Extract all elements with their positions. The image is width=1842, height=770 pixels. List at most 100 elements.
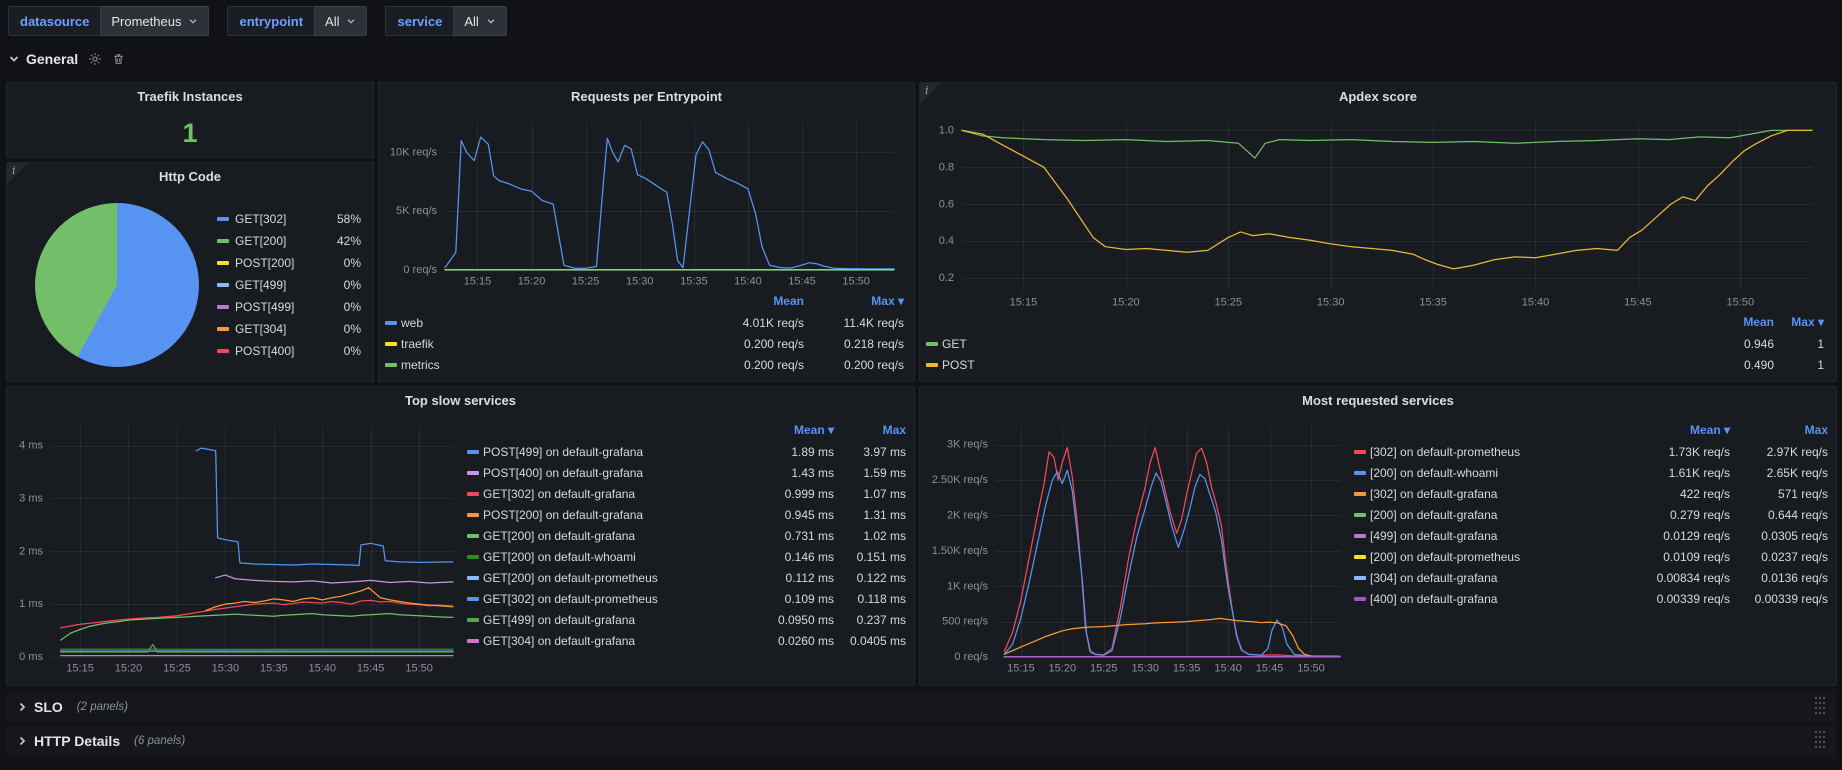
legend-rows: web 4.01K req/s 11.4K req/s traefik 0.20…: [385, 312, 904, 375]
legend-max-header[interactable]: Max: [834, 423, 906, 437]
series-color-swatch: [467, 576, 479, 580]
legend-row[interactable]: POST[499] 0%: [217, 298, 361, 317]
series-name: GET: [942, 337, 1694, 351]
var-service: service All: [385, 6, 506, 36]
var-entrypoint: entrypoint All: [227, 6, 367, 36]
legend-row[interactable]: GET[304] 0%: [217, 320, 361, 339]
panel-title[interactable]: Top slow services: [405, 393, 516, 408]
series-max: 0.0136 req/s: [1730, 571, 1828, 585]
series-mean: 0.109 ms: [754, 592, 834, 606]
legend-row[interactable]: [302] on default-prometheus 1.73K req/s …: [1354, 441, 1828, 462]
legend-row[interactable]: [200] on default-whoami 1.61K req/s 2.65…: [1354, 462, 1828, 483]
legend-row[interactable]: GET[304] on default-grafana 0.0260 ms 0.…: [467, 630, 906, 651]
legend-row[interactable]: [304] on default-grafana 0.00834 req/s 0…: [1354, 567, 1828, 588]
legend-row[interactable]: web 4.01K req/s 11.4K req/s: [385, 312, 904, 333]
grafana-dashboard: datasource Prometheus entrypoint All ser…: [0, 0, 1842, 770]
series-mean: 0.279 req/s: [1622, 508, 1730, 522]
row-general-toggle[interactable]: General: [8, 51, 78, 67]
most-requested-legend: Mean ▾ Max [302] on default-prometheus 1…: [1348, 417, 1828, 679]
legend-row[interactable]: [200] on default-prometheus 0.0109 req/s…: [1354, 546, 1828, 567]
legend-row[interactable]: GET[499] 0%: [217, 276, 361, 295]
legend-row[interactable]: [499] on default-grafana 0.0129 req/s 0.…: [1354, 525, 1828, 546]
series-name: POST[400]: [235, 344, 319, 358]
legend-row[interactable]: GET[499] on default-grafana 0.0950 ms 0.…: [467, 609, 906, 630]
panel-http-code: i Http Code GET[302] 58% GET[: [6, 162, 374, 382]
series-color-swatch: [217, 217, 229, 221]
legend-row[interactable]: POST 0.490 1: [926, 354, 1824, 375]
row-drag-handle[interactable]: [1814, 729, 1826, 753]
panel-title[interactable]: Most requested services: [1302, 393, 1454, 408]
legend-rows: GET 0.946 1 POST 0.490 1: [926, 333, 1824, 375]
chevron-down-icon: [486, 16, 496, 26]
trash-icon: [112, 52, 125, 66]
row-settings-button[interactable]: [88, 52, 102, 66]
legend-row[interactable]: GET[302] 58%: [217, 210, 361, 229]
legend-max-header[interactable]: Max ▾: [1774, 315, 1824, 329]
var-entrypoint-picker[interactable]: All: [314, 6, 367, 36]
var-datasource-value: Prometheus: [111, 14, 181, 29]
series-mean: 0.0950 ms: [754, 613, 834, 627]
legend-row[interactable]: traefik 0.200 req/s 0.218 req/s: [385, 333, 904, 354]
series-name: metrics: [401, 358, 704, 372]
legend-max-header[interactable]: Max ▾: [804, 294, 904, 308]
series-mean: 0.0109 req/s: [1622, 550, 1730, 564]
panel-title[interactable]: Requests per Entrypoint: [571, 89, 722, 104]
row-delete-button[interactable]: [112, 52, 125, 66]
legend-row[interactable]: POST[499] on default-grafana 1.89 ms 3.9…: [467, 441, 906, 462]
legend-row[interactable]: GET[200] 42%: [217, 232, 361, 251]
legend-row[interactable]: [200] on default-grafana 0.279 req/s 0.6…: [1354, 504, 1828, 525]
legend-row[interactable]: GET[200] on default-prometheus 0.112 ms …: [467, 567, 906, 588]
row-drag-handle[interactable]: [1814, 695, 1826, 719]
legend-row[interactable]: POST[400] 0%: [217, 342, 361, 361]
series-mean: 0.946: [1694, 337, 1774, 351]
panel-title[interactable]: Http Code: [159, 169, 221, 184]
legend-row[interactable]: GET[302] on default-grafana 0.999 ms 1.0…: [467, 483, 906, 504]
legend-row[interactable]: GET 0.946 1: [926, 333, 1824, 354]
row-slo-toggle[interactable]: SLO (2 panels): [16, 699, 128, 715]
series-color-swatch: [467, 513, 479, 517]
panel-title[interactable]: Apdex score: [1339, 89, 1417, 104]
most-requested-chart-canvas[interactable]: [924, 417, 1348, 679]
var-datasource-picker[interactable]: Prometheus: [100, 6, 209, 36]
panel-header: Apdex score: [920, 83, 1836, 109]
legend-row[interactable]: POST[200] 0%: [217, 254, 361, 273]
series-mean: 0.200 req/s: [704, 337, 804, 351]
legend-mean-header[interactable]: Mean: [704, 294, 804, 308]
legend-mean-header[interactable]: Mean ▾: [1622, 423, 1730, 437]
legend-mean-header[interactable]: Mean ▾: [754, 423, 834, 437]
panel-title[interactable]: Traefik Instances: [137, 89, 243, 104]
series-name: GET[302]: [235, 212, 319, 226]
legend-row[interactable]: [302] on default-grafana 422 req/s 571 r…: [1354, 483, 1828, 504]
gear-icon: [88, 52, 102, 66]
series-color-swatch: [926, 363, 938, 367]
series-name: [304] on default-grafana: [1370, 571, 1622, 585]
series-color-swatch: [385, 321, 397, 325]
series-name: [302] on default-prometheus: [1370, 445, 1622, 459]
var-service-picker[interactable]: All: [453, 6, 506, 36]
series-color-swatch: [467, 492, 479, 496]
apdex-chart-canvas[interactable]: [926, 113, 1824, 313]
http-code-pie-chart[interactable]: [35, 203, 199, 367]
requests-chart-canvas[interactable]: [385, 113, 904, 292]
series-mean: 0.0129 req/s: [1622, 529, 1730, 543]
legend-row[interactable]: [400] on default-grafana 0.00339 req/s 0…: [1354, 588, 1828, 609]
requests-chart-area: [385, 113, 904, 292]
row-http-details-toggle[interactable]: HTTP Details (6 panels): [16, 733, 185, 749]
top-slow-chart-canvas[interactable]: [11, 417, 461, 679]
legend-row[interactable]: GET[302] on default-prometheus 0.109 ms …: [467, 588, 906, 609]
legend-row[interactable]: POST[200] on default-grafana 0.945 ms 1.…: [467, 504, 906, 525]
legend-row[interactable]: metrics 0.200 req/s 0.200 req/s: [385, 354, 904, 375]
series-max: 2.65K req/s: [1730, 466, 1828, 480]
legend-row[interactable]: GET[200] on default-whoami 0.146 ms 0.15…: [467, 546, 906, 567]
drag-dots-icon: [1814, 695, 1826, 719]
traefik-instances-value: 1: [182, 120, 197, 147]
legend-mean-header[interactable]: Mean: [1694, 315, 1774, 329]
series-name: GET[304] on default-grafana: [483, 634, 754, 648]
legend-max-header[interactable]: Max: [1730, 423, 1828, 437]
panel-body: Mean Max ▾ GET 0.946 1: [920, 109, 1836, 381]
legend-row[interactable]: GET[200] on default-grafana 0.731 ms 1.0…: [467, 525, 906, 546]
legend-row[interactable]: POST[400] on default-grafana 1.43 ms 1.5…: [467, 462, 906, 483]
series-color-swatch: [926, 342, 938, 346]
row-general-title: General: [26, 51, 78, 67]
series-mean: 1.89 ms: [754, 445, 834, 459]
